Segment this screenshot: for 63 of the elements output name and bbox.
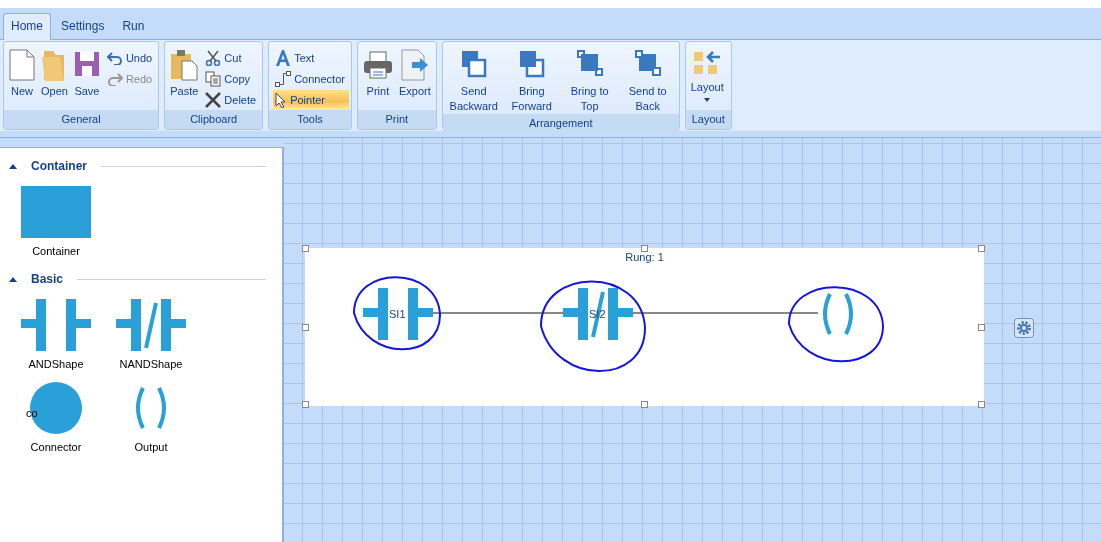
group-label: Tools (269, 110, 351, 129)
toolbox-item[interactable]: NANDShape (116, 299, 186, 370)
connector-icon (275, 70, 292, 87)
selection-handle[interactable] (302, 401, 309, 408)
settings-icon[interactable] (1014, 318, 1034, 338)
toolbox-item[interactable]: Output (116, 382, 186, 453)
layout-icon (692, 49, 723, 77)
ribbon-button[interactable]: Pointer (273, 90, 349, 109)
ribbon-button[interactable]: Send Backward (444, 44, 503, 114)
selection-handle[interactable] (302, 245, 309, 252)
container-shape-icon (21, 186, 91, 238)
ribbon-button[interactable]: Cut (203, 48, 261, 67)
new-document-icon (9, 49, 35, 81)
copy-icon (205, 70, 222, 87)
export-icon (399, 49, 430, 81)
ribbon-button[interactable]: Copy (203, 69, 261, 88)
selection-handle[interactable] (302, 324, 309, 331)
selection-handle[interactable] (978, 324, 985, 331)
clipboard-icon (170, 49, 199, 81)
delete-icon (205, 91, 222, 108)
selection-handle[interactable] (978, 245, 985, 252)
nand-contact-icon (116, 299, 186, 351)
group-label: Arrangement (442, 114, 679, 133)
section-title: Container (31, 159, 88, 173)
group-label: Print (357, 110, 436, 129)
and-contact-icon (21, 299, 91, 351)
nand-contact-icon (563, 288, 633, 340)
element-label: SI1 (389, 308, 406, 320)
and-contact-icon (363, 288, 433, 340)
dropdown-button[interactable]: Layout (687, 44, 727, 108)
group-label: Clipboard (165, 110, 263, 129)
rung-title: Rung: 1 (624, 251, 665, 263)
ribbon-button[interactable]: New (6, 44, 38, 108)
selection-handle[interactable] (978, 401, 985, 408)
ribbon-button[interactable]: Print (359, 44, 396, 108)
ribbon-button[interactable]: Bring to Top (560, 44, 619, 114)
pointer-icon (275, 91, 288, 108)
printer-icon (362, 49, 393, 81)
text-tool-icon (275, 49, 292, 66)
caret-icon (704, 98, 711, 102)
ribbon-button[interactable]: Save (70, 44, 103, 108)
ribbon-button[interactable]: Paste (167, 44, 202, 108)
ribbon-button[interactable]: Delete (203, 90, 261, 109)
ribbon-tab[interactable]: Settings (53, 13, 113, 39)
toolbox-item[interactable]: ANDShape (21, 299, 91, 370)
group-label: General (4, 110, 159, 129)
section-title: Basic (31, 272, 65, 286)
ribbon-button[interactable]: Send to Back (618, 44, 677, 114)
selection-handle[interactable] (641, 401, 648, 408)
ribbon-button[interactable]: Open (38, 44, 71, 108)
ribbon-tab[interactable]: Home (3, 13, 51, 40)
scissors-icon (205, 49, 222, 66)
ribbon-tab[interactable]: Run (114, 13, 153, 39)
ribbon-button[interactable]: Bring Forward (502, 44, 561, 114)
ribbon-button[interactable]: Connector (273, 69, 349, 88)
undo-icon (106, 50, 123, 65)
selection-handle[interactable] (641, 245, 648, 252)
ribbon-button[interactable]: Text (273, 48, 349, 67)
ribbon-button[interactable]: Undo (104, 48, 157, 67)
group-label: Layout (685, 110, 731, 129)
toolbox-item[interactable]: Container (21, 186, 91, 257)
ribbon-button[interactable]: Export (395, 44, 434, 108)
redo-icon (106, 71, 123, 86)
